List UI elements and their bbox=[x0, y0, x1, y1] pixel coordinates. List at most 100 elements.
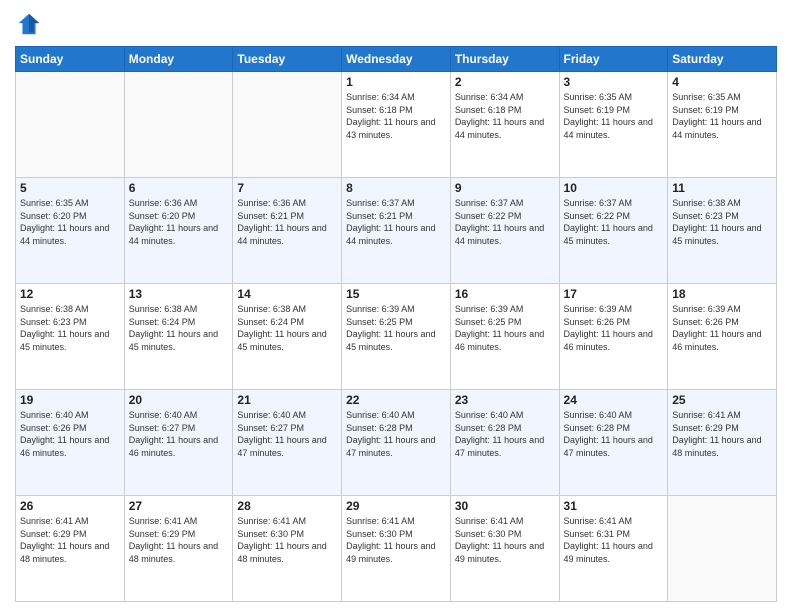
day-info: Sunrise: 6:41 AM Sunset: 6:30 PM Dayligh… bbox=[346, 515, 446, 565]
day-number: 26 bbox=[20, 499, 120, 513]
header bbox=[15, 10, 777, 38]
day-info: Sunrise: 6:38 AM Sunset: 6:24 PM Dayligh… bbox=[237, 303, 337, 353]
day-info: Sunrise: 6:38 AM Sunset: 6:23 PM Dayligh… bbox=[20, 303, 120, 353]
calendar-cell: 6 Sunrise: 6:36 AM Sunset: 6:20 PM Daylig… bbox=[124, 178, 233, 284]
day-number: 24 bbox=[564, 393, 664, 407]
calendar-cell: 24 Sunrise: 6:40 AM Sunset: 6:28 PM Dayli… bbox=[559, 390, 668, 496]
weekday-header: Saturday bbox=[668, 47, 777, 72]
weekday-header: Thursday bbox=[450, 47, 559, 72]
day-info: Sunrise: 6:38 AM Sunset: 6:24 PM Dayligh… bbox=[129, 303, 229, 353]
day-info: Sunrise: 6:41 AM Sunset: 6:29 PM Dayligh… bbox=[20, 515, 120, 565]
calendar-cell: 23 Sunrise: 6:40 AM Sunset: 6:28 PM Dayli… bbox=[450, 390, 559, 496]
day-number: 3 bbox=[564, 75, 664, 89]
day-number: 14 bbox=[237, 287, 337, 301]
day-number: 8 bbox=[346, 181, 446, 195]
day-info: Sunrise: 6:40 AM Sunset: 6:27 PM Dayligh… bbox=[237, 409, 337, 459]
day-number: 16 bbox=[455, 287, 555, 301]
calendar-cell: 31 Sunrise: 6:41 AM Sunset: 6:31 PM Dayli… bbox=[559, 496, 668, 602]
day-number: 13 bbox=[129, 287, 229, 301]
day-number: 9 bbox=[455, 181, 555, 195]
day-info: Sunrise: 6:38 AM Sunset: 6:23 PM Dayligh… bbox=[672, 197, 772, 247]
calendar-cell: 28 Sunrise: 6:41 AM Sunset: 6:30 PM Dayli… bbox=[233, 496, 342, 602]
weekday-header: Sunday bbox=[16, 47, 125, 72]
day-info: Sunrise: 6:37 AM Sunset: 6:22 PM Dayligh… bbox=[564, 197, 664, 247]
day-number: 17 bbox=[564, 287, 664, 301]
day-info: Sunrise: 6:35 AM Sunset: 6:19 PM Dayligh… bbox=[672, 91, 772, 141]
logo-icon bbox=[15, 10, 43, 38]
day-number: 6 bbox=[129, 181, 229, 195]
calendar-cell: 11 Sunrise: 6:38 AM Sunset: 6:23 PM Dayli… bbox=[668, 178, 777, 284]
calendar-week-row: 19 Sunrise: 6:40 AM Sunset: 6:26 PM Dayli… bbox=[16, 390, 777, 496]
day-info: Sunrise: 6:39 AM Sunset: 6:26 PM Dayligh… bbox=[564, 303, 664, 353]
day-number: 21 bbox=[237, 393, 337, 407]
calendar-cell: 20 Sunrise: 6:40 AM Sunset: 6:27 PM Dayli… bbox=[124, 390, 233, 496]
calendar-cell: 2 Sunrise: 6:34 AM Sunset: 6:18 PM Daylig… bbox=[450, 72, 559, 178]
day-info: Sunrise: 6:37 AM Sunset: 6:22 PM Dayligh… bbox=[455, 197, 555, 247]
calendar-table: SundayMondayTuesdayWednesdayThursdayFrid… bbox=[15, 46, 777, 602]
calendar-cell: 5 Sunrise: 6:35 AM Sunset: 6:20 PM Daylig… bbox=[16, 178, 125, 284]
calendar-cell: 12 Sunrise: 6:38 AM Sunset: 6:23 PM Dayli… bbox=[16, 284, 125, 390]
calendar-cell: 15Sunrise: 6:39 AM Sunset: 6:25 PM Dayli… bbox=[342, 284, 451, 390]
day-number: 11 bbox=[672, 181, 772, 195]
day-info: Sunrise: 6:40 AM Sunset: 6:26 PM Dayligh… bbox=[20, 409, 120, 459]
day-number: 31 bbox=[564, 499, 664, 513]
day-info: Sunrise: 6:34 AM Sunset: 6:18 PM Dayligh… bbox=[346, 91, 446, 141]
day-number: 29 bbox=[346, 499, 446, 513]
day-info: Sunrise: 6:40 AM Sunset: 6:28 PM Dayligh… bbox=[455, 409, 555, 459]
calendar-cell: 17 Sunrise: 6:39 AM Sunset: 6:26 PM Dayli… bbox=[559, 284, 668, 390]
weekday-header: Monday bbox=[124, 47, 233, 72]
day-number: 25 bbox=[672, 393, 772, 407]
calendar-cell: 8Sunrise: 6:37 AM Sunset: 6:21 PM Daylig… bbox=[342, 178, 451, 284]
day-info: Sunrise: 6:41 AM Sunset: 6:31 PM Dayligh… bbox=[564, 515, 664, 565]
calendar-cell: 16Sunrise: 6:39 AM Sunset: 6:25 PM Dayli… bbox=[450, 284, 559, 390]
logo bbox=[15, 10, 47, 38]
day-info: Sunrise: 6:41 AM Sunset: 6:30 PM Dayligh… bbox=[237, 515, 337, 565]
day-number: 18 bbox=[672, 287, 772, 301]
day-number: 20 bbox=[129, 393, 229, 407]
weekday-header: Wednesday bbox=[342, 47, 451, 72]
day-info: Sunrise: 6:39 AM Sunset: 6:26 PM Dayligh… bbox=[672, 303, 772, 353]
calendar-cell: 21 Sunrise: 6:40 AM Sunset: 6:27 PM Dayli… bbox=[233, 390, 342, 496]
day-info: Sunrise: 6:41 AM Sunset: 6:29 PM Dayligh… bbox=[129, 515, 229, 565]
calendar-cell: 26 Sunrise: 6:41 AM Sunset: 6:29 PM Dayli… bbox=[16, 496, 125, 602]
day-info: Sunrise: 6:35 AM Sunset: 6:19 PM Dayligh… bbox=[564, 91, 664, 141]
page: SundayMondayTuesdayWednesdayThursdayFrid… bbox=[0, 0, 792, 612]
calendar-cell: 4Sunrise: 6:35 AM Sunset: 6:19 PM Daylig… bbox=[668, 72, 777, 178]
day-info: Sunrise: 6:34 AM Sunset: 6:18 PM Dayligh… bbox=[455, 91, 555, 141]
calendar-cell: 14 Sunrise: 6:38 AM Sunset: 6:24 PM Dayli… bbox=[233, 284, 342, 390]
calendar-cell bbox=[16, 72, 125, 178]
day-number: 28 bbox=[237, 499, 337, 513]
day-info: Sunrise: 6:41 AM Sunset: 6:29 PM Dayligh… bbox=[672, 409, 772, 459]
day-info: Sunrise: 6:36 AM Sunset: 6:21 PM Dayligh… bbox=[237, 197, 337, 247]
calendar-cell bbox=[233, 72, 342, 178]
calendar-week-row: 26 Sunrise: 6:41 AM Sunset: 6:29 PM Dayli… bbox=[16, 496, 777, 602]
day-info: Sunrise: 6:40 AM Sunset: 6:28 PM Dayligh… bbox=[564, 409, 664, 459]
day-number: 2 bbox=[455, 75, 555, 89]
day-number: 12 bbox=[20, 287, 120, 301]
day-number: 5 bbox=[20, 181, 120, 195]
calendar-cell: 19 Sunrise: 6:40 AM Sunset: 6:26 PM Dayli… bbox=[16, 390, 125, 496]
day-info: Sunrise: 6:35 AM Sunset: 6:20 PM Dayligh… bbox=[20, 197, 120, 247]
calendar-week-row: 1 Sunrise: 6:34 AM Sunset: 6:18 PM Daylig… bbox=[16, 72, 777, 178]
calendar-cell: 1 Sunrise: 6:34 AM Sunset: 6:18 PM Daylig… bbox=[342, 72, 451, 178]
calendar-header-row: SundayMondayTuesdayWednesdayThursdayFrid… bbox=[16, 47, 777, 72]
day-info: Sunrise: 6:39 AM Sunset: 6:25 PM Dayligh… bbox=[346, 303, 446, 353]
calendar-week-row: 5 Sunrise: 6:35 AM Sunset: 6:20 PM Daylig… bbox=[16, 178, 777, 284]
day-number: 30 bbox=[455, 499, 555, 513]
calendar-cell: 22Sunrise: 6:40 AM Sunset: 6:28 PM Dayli… bbox=[342, 390, 451, 496]
calendar-cell: 3 Sunrise: 6:35 AM Sunset: 6:19 PM Daylig… bbox=[559, 72, 668, 178]
calendar-cell: 25 Sunrise: 6:41 AM Sunset: 6:29 PM Dayli… bbox=[668, 390, 777, 496]
day-number: 23 bbox=[455, 393, 555, 407]
day-number: 1 bbox=[346, 75, 446, 89]
day-number: 22 bbox=[346, 393, 446, 407]
calendar-cell bbox=[124, 72, 233, 178]
day-number: 27 bbox=[129, 499, 229, 513]
day-info: Sunrise: 6:40 AM Sunset: 6:27 PM Dayligh… bbox=[129, 409, 229, 459]
weekday-header: Tuesday bbox=[233, 47, 342, 72]
calendar-cell bbox=[668, 496, 777, 602]
day-number: 19 bbox=[20, 393, 120, 407]
calendar-cell: 18 Sunrise: 6:39 AM Sunset: 6:26 PM Dayli… bbox=[668, 284, 777, 390]
day-info: Sunrise: 6:36 AM Sunset: 6:20 PM Dayligh… bbox=[129, 197, 229, 247]
calendar-cell: 9 Sunrise: 6:37 AM Sunset: 6:22 PM Daylig… bbox=[450, 178, 559, 284]
calendar-cell: 30Sunrise: 6:41 AM Sunset: 6:30 PM Dayli… bbox=[450, 496, 559, 602]
